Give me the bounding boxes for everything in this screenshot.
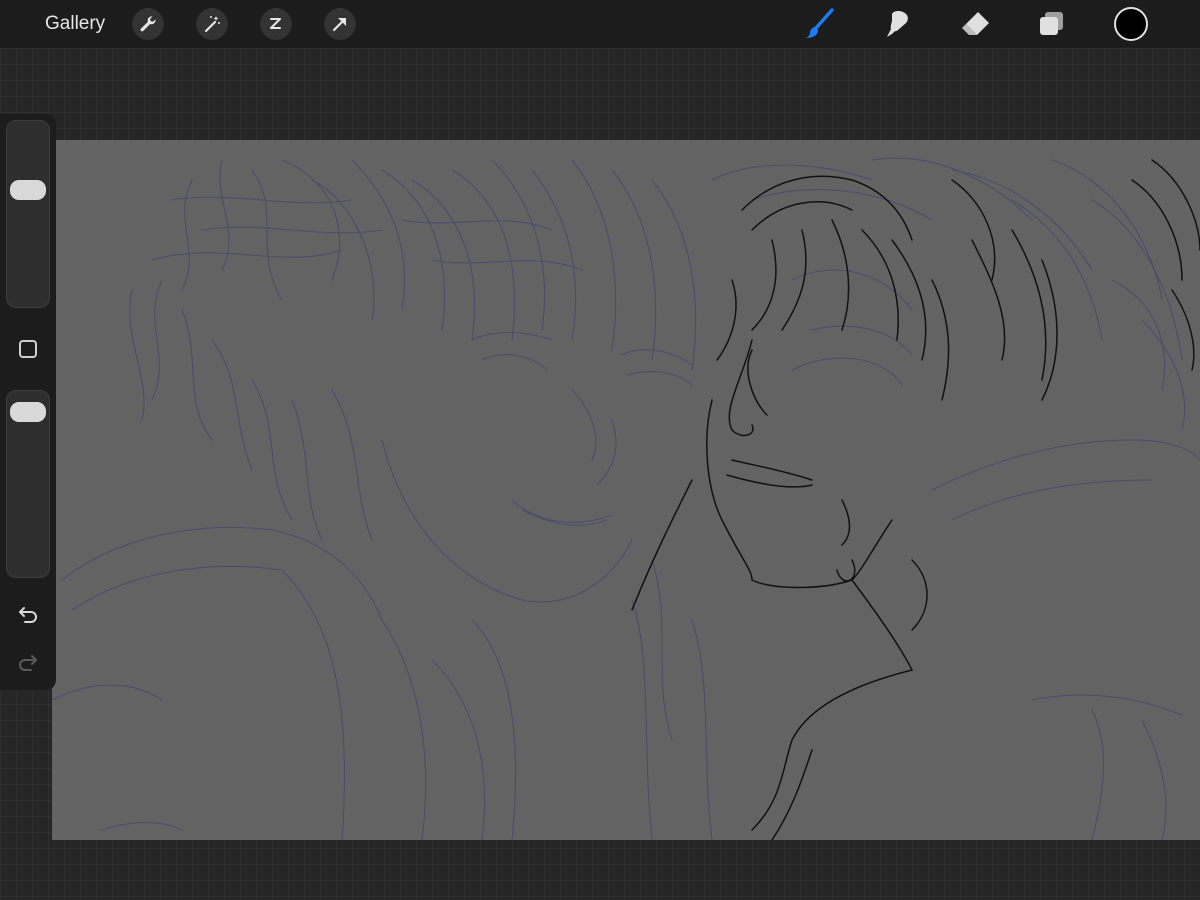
top-toolbar: Gallery bbox=[0, 0, 1200, 48]
gallery-button[interactable]: Gallery bbox=[45, 12, 105, 36]
layers-button[interactable] bbox=[1034, 6, 1070, 42]
brush-icon bbox=[806, 8, 834, 38]
wrench-icon bbox=[140, 16, 156, 32]
undo-button[interactable] bbox=[14, 600, 42, 628]
sketch-artwork bbox=[52, 157, 1200, 840]
adjustments-button[interactable] bbox=[196, 8, 228, 40]
actions-button[interactable] bbox=[132, 8, 164, 40]
eraser-tool-button[interactable] bbox=[958, 6, 994, 42]
brush-size-slider[interactable] bbox=[6, 120, 50, 308]
left-sidebar bbox=[0, 114, 56, 690]
transform-arrow-icon bbox=[332, 18, 346, 32]
opacity-thumb[interactable] bbox=[10, 402, 46, 422]
opacity-slider[interactable] bbox=[6, 390, 50, 578]
transform-button[interactable] bbox=[324, 8, 356, 40]
redo-button[interactable] bbox=[14, 648, 42, 676]
layers-icon bbox=[1040, 12, 1063, 35]
drawing-canvas[interactable] bbox=[52, 140, 1200, 840]
brush-tool-button[interactable] bbox=[802, 6, 838, 42]
selection-button[interactable] bbox=[260, 8, 292, 40]
modify-button[interactable] bbox=[16, 337, 40, 361]
brush-size-thumb[interactable] bbox=[10, 180, 46, 200]
undo-icon bbox=[19, 607, 37, 623]
selection-icon bbox=[270, 18, 281, 29]
modify-square-icon bbox=[19, 340, 37, 358]
smudge-tool-button[interactable] bbox=[880, 6, 916, 42]
color-picker-swatch[interactable] bbox=[1114, 7, 1148, 41]
magic-wand-icon bbox=[204, 16, 220, 33]
redo-icon bbox=[19, 655, 37, 671]
eraser-icon bbox=[962, 12, 989, 35]
smudge-icon bbox=[887, 11, 908, 37]
